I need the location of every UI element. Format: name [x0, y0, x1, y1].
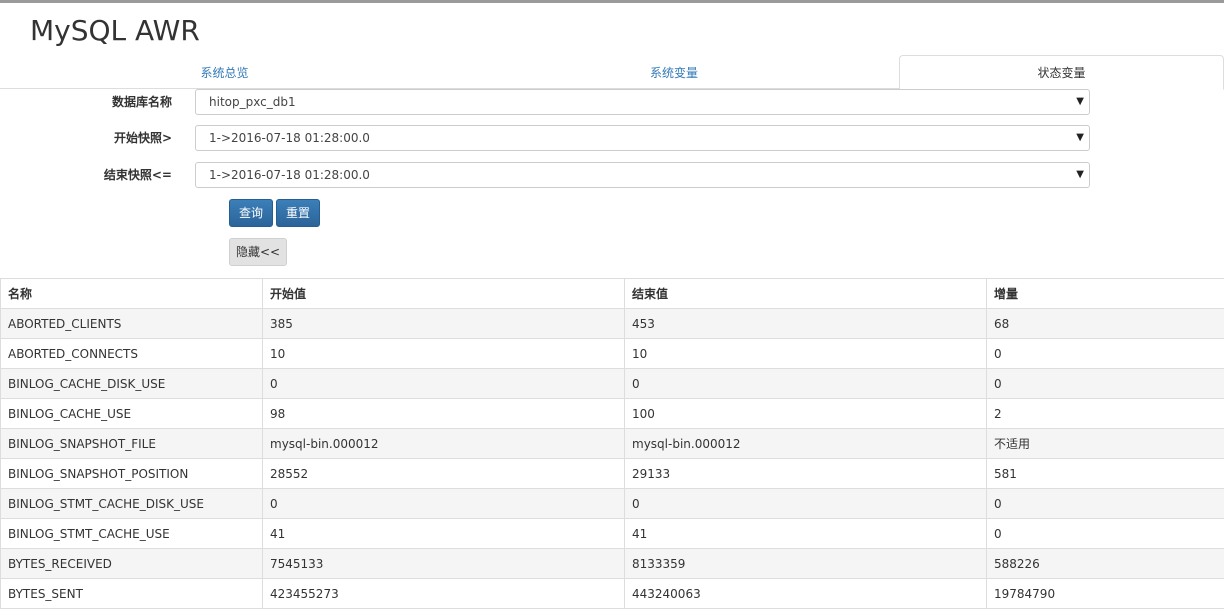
tab-system-overview[interactable]: 系统总览: [0, 55, 449, 89]
table-row: BYTES_SENT 423455273 443240063 19784790: [0, 578, 1224, 609]
end-snapshot-value: 1->2016-07-18 01:28:00.0: [209, 168, 370, 182]
query-button[interactable]: 查询: [229, 199, 273, 227]
cell-start-value: 10: [262, 338, 625, 369]
table-row: BINLOG_SNAPSHOT_POSITION 28552 29133 581: [0, 458, 1224, 489]
start-snapshot-value: 1->2016-07-18 01:28:00.0: [209, 131, 370, 145]
cell-start-value: 98: [262, 398, 625, 429]
table-row: BINLOG_SNAPSHOT_FILE mysql-bin.000012 mysq…: [0, 428, 1224, 459]
cell-name: BINLOG_STMT_CACHE_USE: [0, 518, 263, 549]
cell-start-value: 0: [262, 488, 625, 519]
cell-name: BINLOG_STMT_CACHE_DISK_USE: [0, 488, 263, 519]
cell-delta: 0: [986, 338, 1224, 369]
cell-start-value: 423455273: [262, 578, 625, 609]
app-title: MySQL AWR: [30, 14, 200, 47]
cell-name: ABORTED_CONNECTS: [0, 338, 263, 369]
cell-end-value: 453: [624, 308, 987, 339]
cell-end-value: 0: [624, 368, 987, 399]
cell-delta: 0: [986, 488, 1224, 519]
table-header-row: 名称 开始值 结束值 增量: [0, 278, 1224, 309]
table-row: ABORTED_CONNECTS 10 10 0: [0, 338, 1224, 369]
table-row: BINLOG_CACHE_USE 98 100 2: [0, 398, 1224, 429]
cell-end-value: mysql-bin.000012: [624, 428, 987, 459]
cell-start-value: 7545133: [262, 548, 625, 579]
cell-delta: 19784790: [986, 578, 1224, 609]
header-start-value[interactable]: 开始值: [262, 278, 625, 309]
cell-delta: 581: [986, 458, 1224, 489]
cell-delta: 0: [986, 368, 1224, 399]
table-row: BINLOG_STMT_CACHE_USE 41 41 0: [0, 518, 1224, 549]
cell-delta: 不适用: [986, 428, 1224, 459]
cell-delta: 588226: [986, 548, 1224, 579]
end-snapshot-label: 结束快照<=: [103, 168, 172, 182]
cell-end-value: 10: [624, 338, 987, 369]
table-row: BINLOG_CACHE_DISK_USE 0 0 0: [0, 368, 1224, 399]
top-border: [0, 0, 1224, 3]
hide-button[interactable]: 隐藏<<: [229, 238, 287, 266]
db-row: 数据库名称 hitop_pxc_db1 ▼: [0, 89, 1224, 115]
cell-name: BINLOG_SNAPSHOT_FILE: [0, 428, 263, 459]
cell-start-value: 41: [262, 518, 625, 549]
cell-name: BINLOG_SNAPSHOT_POSITION: [0, 458, 263, 489]
table-row: ABORTED_CLIENTS 385 453 68: [0, 308, 1224, 339]
cell-start-value: mysql-bin.000012: [262, 428, 625, 459]
cell-start-value: 28552: [262, 458, 625, 489]
cell-name: BINLOG_CACHE_DISK_USE: [0, 368, 263, 399]
cell-name: BYTES_RECEIVED: [0, 548, 263, 579]
header-delta[interactable]: 增量: [986, 278, 1224, 309]
start-snapshot-row: 开始快照> 1->2016-07-18 01:28:00.0 ▼: [0, 125, 1224, 151]
cell-delta: 2: [986, 398, 1224, 429]
cell-name: BYTES_SENT: [0, 578, 263, 609]
tab-system-variables[interactable]: 系统变量: [449, 55, 899, 89]
tab-status-variables[interactable]: 状态变量: [899, 55, 1224, 90]
cell-delta: 0: [986, 518, 1224, 549]
db-select-value: hitop_pxc_db1: [209, 95, 296, 109]
tab-bar: 系统总览 系统变量 状态变量: [0, 55, 1224, 90]
chevron-down-icon: ▼: [1076, 132, 1084, 143]
start-snapshot-select[interactable]: 1->2016-07-18 01:28:00.0 ▼: [195, 125, 1090, 151]
cell-end-value: 29133: [624, 458, 987, 489]
db-select[interactable]: hitop_pxc_db1 ▼: [195, 89, 1090, 115]
chevron-down-icon: ▼: [1076, 169, 1084, 180]
cell-end-value: 443240063: [624, 578, 987, 609]
cell-end-value: 41: [624, 518, 987, 549]
table-row: BYTES_RECEIVED 7545133 8133359 588226: [0, 548, 1224, 579]
header-name[interactable]: 名称: [0, 278, 263, 309]
status-variables-table: 名称 开始值 结束值 增量 ABORTED_CLIENTS 385 453 68 ABO…: [0, 278, 1224, 609]
reset-button[interactable]: 重置: [276, 199, 320, 227]
end-snapshot-select[interactable]: 1->2016-07-18 01:28:00.0 ▼: [195, 162, 1090, 188]
cell-end-value: 8133359: [624, 548, 987, 579]
cell-start-value: 0: [262, 368, 625, 399]
cell-name: BINLOG_CACHE_USE: [0, 398, 263, 429]
cell-start-value: 385: [262, 308, 625, 339]
end-snapshot-row: 结束快照<= 1->2016-07-18 01:28:00.0 ▼: [0, 162, 1224, 188]
header-end-value[interactable]: 结束值: [624, 278, 987, 309]
cell-end-value: 0: [624, 488, 987, 519]
chevron-down-icon: ▼: [1076, 96, 1084, 107]
db-label: 数据库名称: [111, 95, 172, 109]
cell-end-value: 100: [624, 398, 987, 429]
start-snapshot-label: 开始快照>: [113, 131, 172, 145]
table-row: BINLOG_STMT_CACHE_DISK_USE 0 0 0: [0, 488, 1224, 519]
cell-delta: 68: [986, 308, 1224, 339]
cell-name: ABORTED_CLIENTS: [0, 308, 263, 339]
